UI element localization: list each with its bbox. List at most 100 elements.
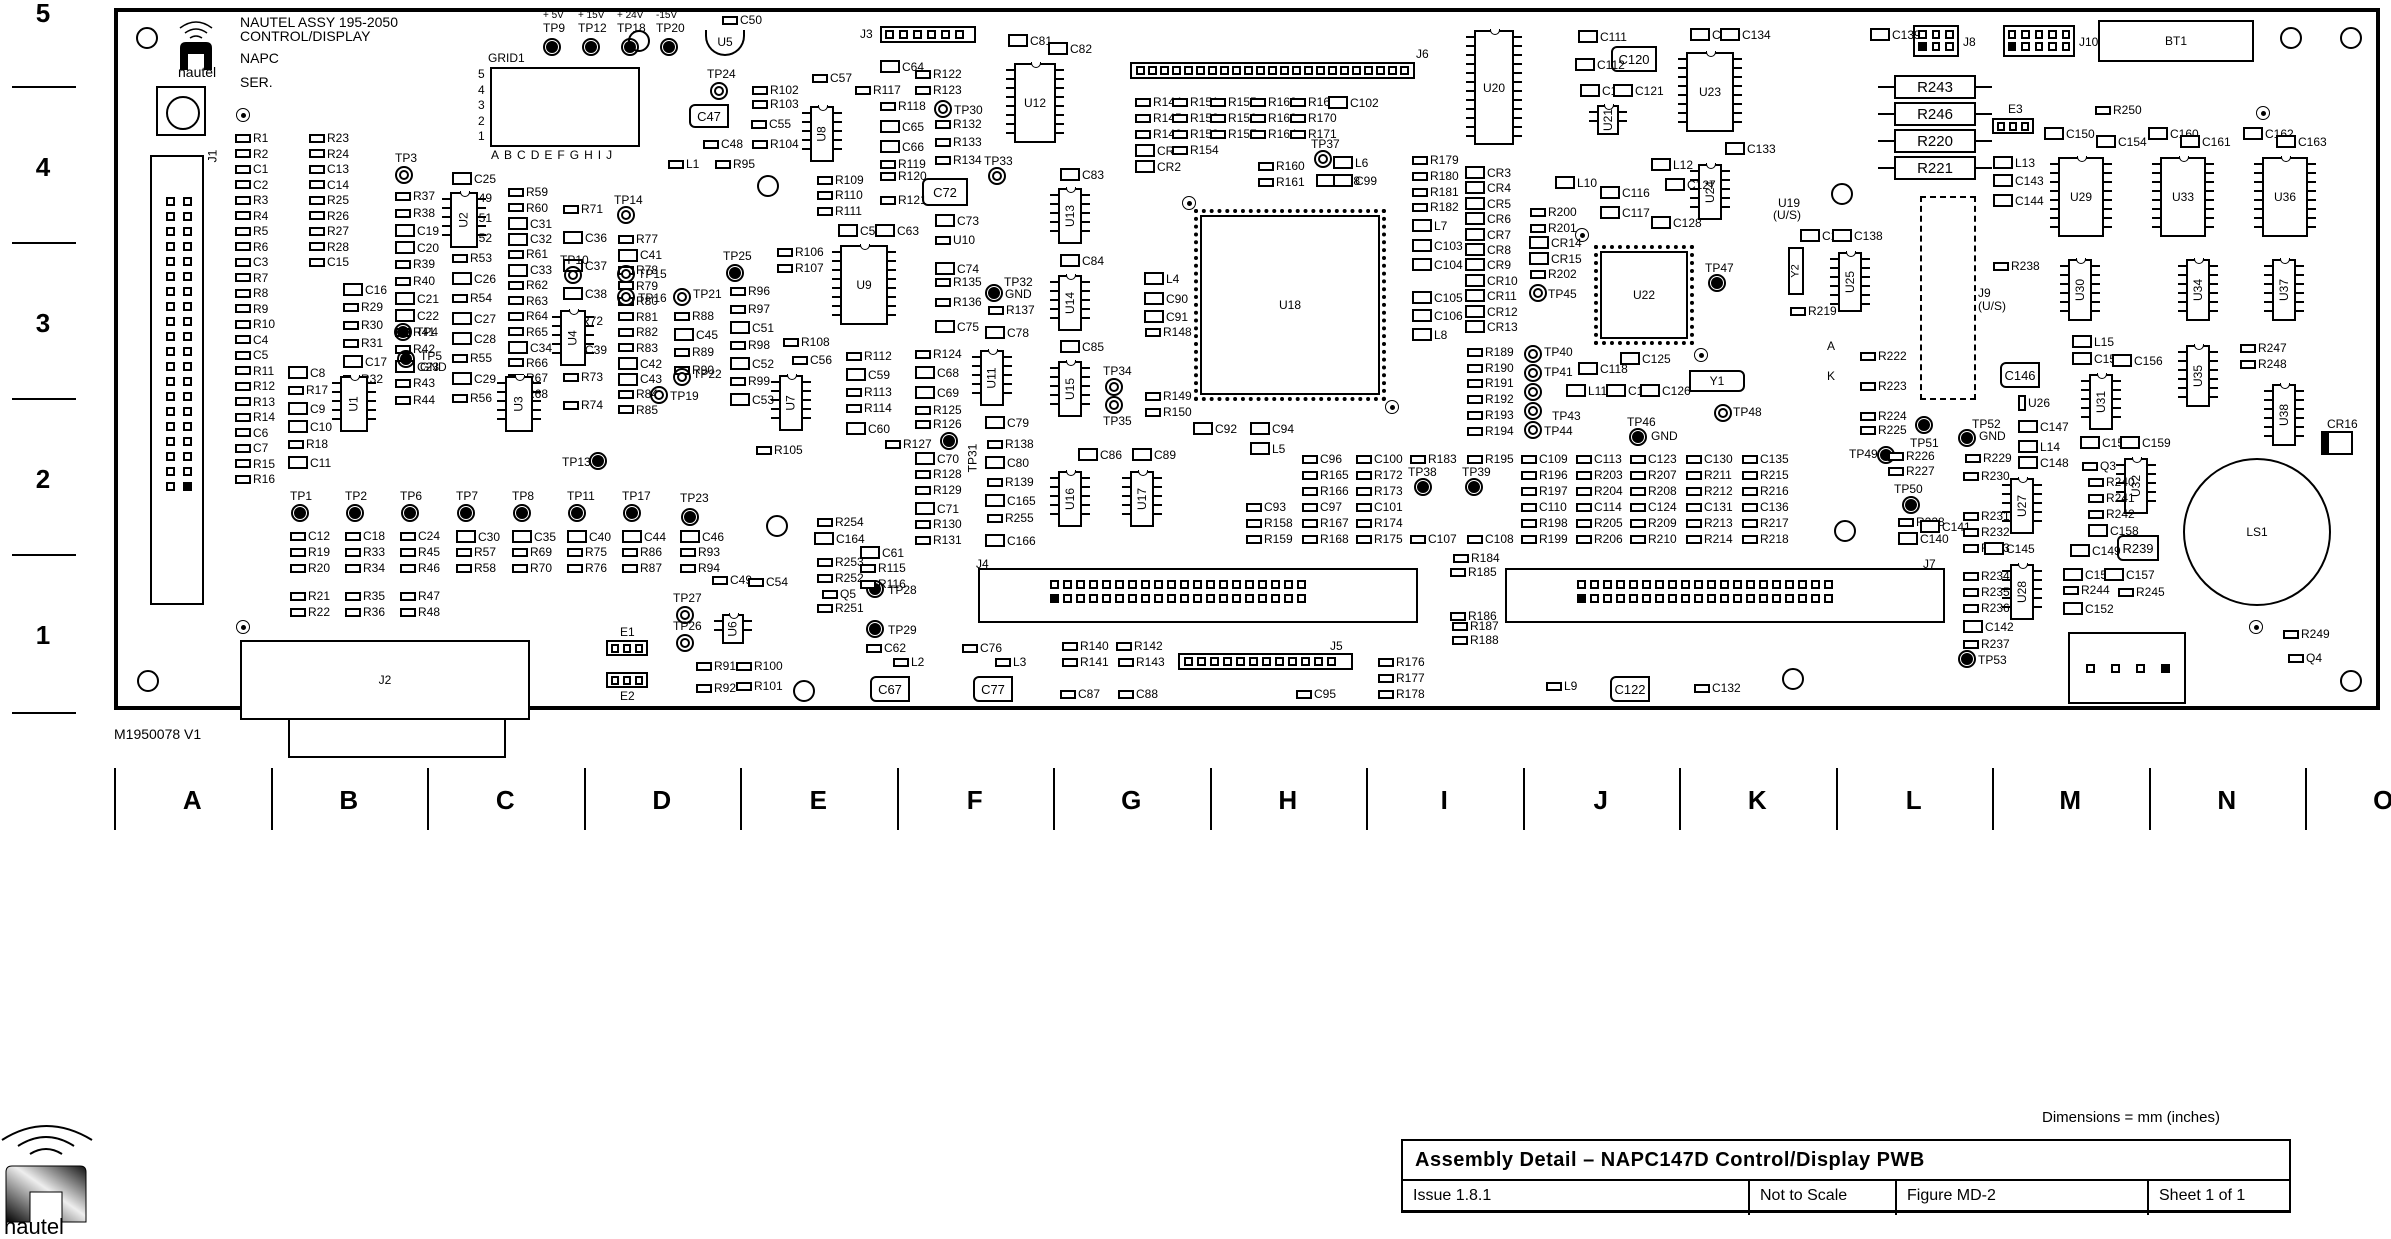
testpoint-tp5[interactable]	[397, 350, 415, 368]
title-block: Assembly Detail – NAPC147D Control/Displ…	[1401, 1139, 2291, 1215]
testpoint-tp13[interactable]	[589, 452, 607, 470]
testpoint-tp47[interactable]	[1708, 274, 1726, 292]
testpoint-tp14[interactable]	[617, 206, 635, 224]
testpoint-tp39[interactable]	[1465, 478, 1483, 496]
pad	[1993, 194, 2013, 207]
testpoint-tp3[interactable]	[395, 166, 413, 184]
jumper-e1[interactable]	[606, 640, 648, 656]
testpoint-tp32[interactable]	[985, 284, 1003, 302]
testpoint-tp46[interactable]	[1629, 428, 1647, 446]
refdes-label: CR11	[1487, 288, 1517, 303]
jumper-e2[interactable]	[606, 672, 648, 688]
row-divider	[12, 242, 76, 244]
testpoint-tp16[interactable]	[617, 288, 635, 306]
refdes-label: C66	[902, 139, 925, 154]
testpoint-tp35[interactable]	[1105, 396, 1123, 414]
testpoint-tp9[interactable]	[543, 38, 561, 56]
refdes-label: R114	[864, 401, 892, 415]
testpoint-tp40[interactable]	[1524, 345, 1542, 363]
pad	[846, 403, 862, 413]
pad	[1412, 239, 1432, 252]
jumper-e3[interactable]	[1992, 118, 2034, 134]
refdes-label: C95	[1314, 687, 1337, 701]
refdes-label: R8	[253, 286, 269, 300]
testpoint-tp24[interactable]	[710, 82, 728, 100]
testpoint-tp33[interactable]	[988, 167, 1006, 185]
refdes-label: CR8	[1487, 242, 1512, 257]
testpoint-tp42[interactable]	[1524, 383, 1542, 401]
testpoint-tp7[interactable]	[457, 504, 475, 522]
testpoint-tp25[interactable]	[726, 264, 744, 282]
testpoint-tp4[interactable]	[394, 323, 412, 341]
component-r57: R57	[456, 546, 496, 558]
pad	[730, 376, 746, 386]
testpoint-tp22[interactable]	[673, 368, 691, 386]
testpoint-tp6[interactable]	[401, 504, 419, 522]
testpoint-tp27[interactable]	[676, 606, 694, 624]
testpoint-tp17[interactable]	[623, 504, 641, 522]
testpoint-tp31[interactable]	[940, 432, 958, 450]
testpoint-tp45[interactable]	[1529, 284, 1547, 302]
testpoint-tp2[interactable]	[346, 504, 364, 522]
pad	[995, 657, 1011, 667]
component-r189: R189	[1467, 346, 1514, 358]
refdes-label: C131	[1704, 500, 1733, 514]
component-r190: R190	[1467, 362, 1514, 374]
component-c53: C53	[730, 393, 774, 406]
logo-text: nautel	[178, 64, 217, 80]
pad	[1465, 274, 1485, 287]
testpoint-tp30[interactable]	[934, 100, 952, 118]
testpoint-tp11[interactable]	[568, 504, 586, 522]
testpoint-tp51[interactable]	[1915, 416, 1933, 434]
testpoint-tp15[interactable]	[617, 265, 635, 283]
pad	[783, 337, 799, 347]
pad	[817, 573, 833, 583]
testpoint-tp29[interactable]	[866, 620, 884, 638]
testpoint-tp19[interactable]	[650, 386, 668, 404]
component-r123: R123	[915, 84, 962, 96]
pad	[1620, 352, 1640, 365]
testpoint-tp44[interactable]	[1524, 421, 1542, 439]
ic-u23: U23	[1678, 51, 1742, 132]
pad	[1453, 553, 1469, 563]
testpoint-tp21[interactable]	[673, 288, 691, 306]
component-r177: R177	[1378, 672, 1425, 684]
pad	[2088, 524, 2108, 537]
testpoint-tp10[interactable]	[564, 266, 582, 284]
pad	[343, 338, 359, 348]
pad	[288, 420, 308, 433]
testpoint-tp41[interactable]	[1524, 364, 1542, 382]
component-c15: C15	[309, 256, 349, 268]
pad	[2240, 343, 2256, 353]
refdes-label: R19	[308, 545, 331, 559]
testpoint-tp53[interactable]	[1958, 650, 1976, 668]
testpoint-tp48[interactable]	[1714, 404, 1732, 422]
pad	[1686, 534, 1702, 544]
component-r4: R4	[235, 210, 268, 222]
testpoint-tp38[interactable]	[1414, 478, 1432, 496]
grid-row: 5	[478, 67, 485, 81]
pad	[885, 439, 901, 449]
refdes-label: L5	[1272, 441, 1286, 456]
testpoint-tp52[interactable]	[1958, 429, 1976, 447]
testpoint-tp1[interactable]	[291, 504, 309, 522]
testpoint-tp26[interactable]	[676, 634, 694, 652]
testpoint-tp23[interactable]	[681, 508, 699, 526]
testpoint-tp34[interactable]	[1105, 378, 1123, 396]
testpoint-tp37[interactable]	[1314, 150, 1332, 168]
testpoint-tp43[interactable]	[1524, 402, 1542, 420]
pad	[1720, 28, 1740, 41]
refdes-label: C4	[253, 332, 269, 347]
testpoint-tp50[interactable]	[1902, 496, 1920, 514]
testpoint-tp20[interactable]	[660, 38, 678, 56]
pad	[622, 530, 642, 543]
component-c2: C2	[235, 179, 268, 191]
component-c75: C75	[935, 320, 979, 333]
testpoint-tp12[interactable]	[582, 38, 600, 56]
refdes-label: R198	[1539, 516, 1568, 530]
component-r122: R122	[915, 68, 962, 80]
refdes-label: C33	[530, 263, 553, 277]
testpoint-tp8[interactable]	[513, 504, 531, 522]
pad	[1686, 486, 1702, 496]
pad	[748, 577, 764, 587]
